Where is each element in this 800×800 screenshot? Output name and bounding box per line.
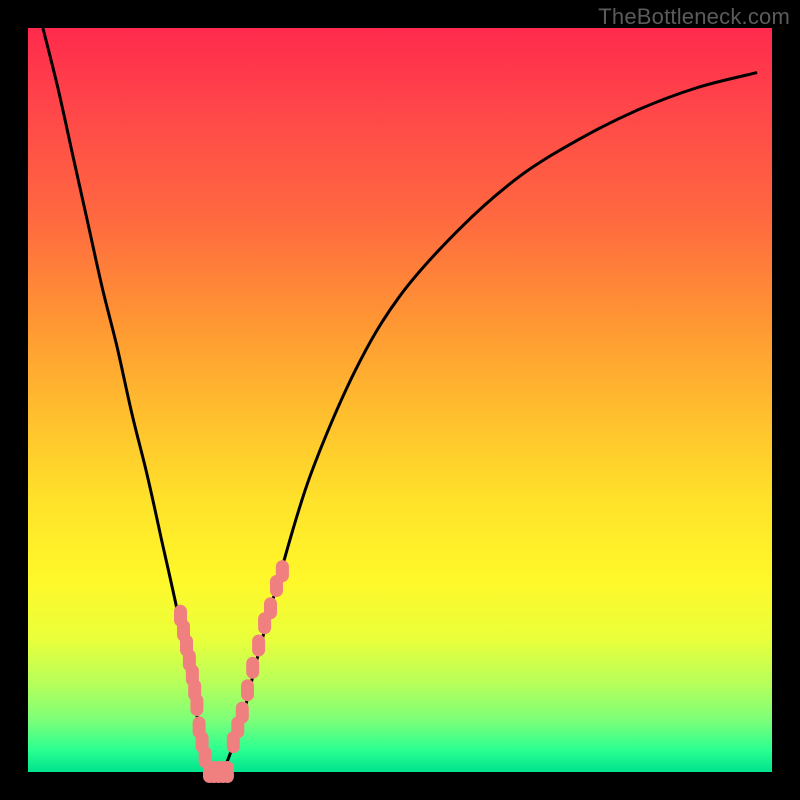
chart-plot-area xyxy=(28,28,772,772)
scatter-marker xyxy=(276,560,289,582)
scatter-marker xyxy=(221,761,234,783)
scatter-marker xyxy=(264,597,277,619)
bottleneck-curve-path xyxy=(43,28,757,774)
chart-svg xyxy=(28,28,772,772)
scatter-marker xyxy=(190,694,203,716)
scatter-marker xyxy=(236,702,249,724)
chart-outer-frame: TheBottleneck.com xyxy=(0,0,800,800)
watermark-text: TheBottleneck.com xyxy=(598,4,790,30)
curve-layer xyxy=(43,28,757,774)
scatter-marker xyxy=(252,635,265,657)
scatter-marker xyxy=(246,657,259,679)
marker-layer xyxy=(174,560,289,783)
scatter-marker xyxy=(241,679,254,701)
